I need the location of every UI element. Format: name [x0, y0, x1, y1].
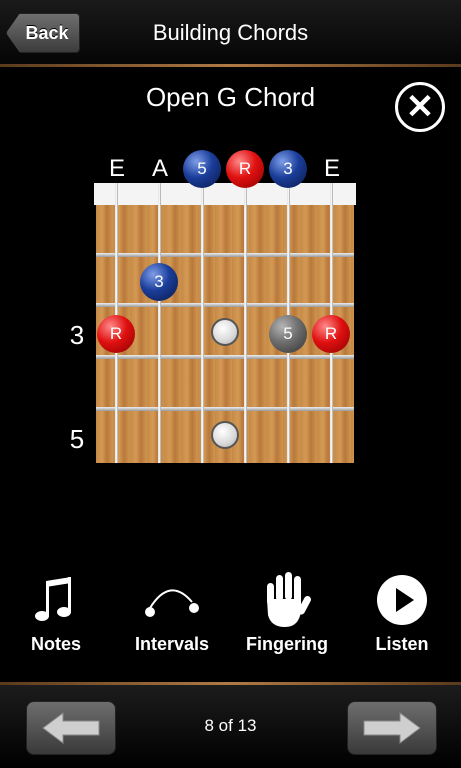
- fret-number: 3: [69, 320, 85, 350]
- string-4: [201, 183, 204, 463]
- header-divider: [0, 64, 461, 67]
- finger-dot: R: [226, 150, 264, 188]
- next-button[interactable]: [347, 701, 437, 755]
- fret-number: 5: [69, 424, 85, 454]
- fret-wire: [96, 253, 354, 257]
- tool-label: Listen: [375, 634, 429, 654]
- string-5: [158, 183, 161, 463]
- string-label: E: [323, 155, 340, 182]
- tool-label: Intervals: [134, 634, 210, 654]
- finger-dot: 5: [183, 150, 221, 188]
- finger-dot: R: [312, 315, 350, 353]
- fret-inlay-marker: [211, 318, 239, 346]
- string-label: E: [108, 155, 125, 182]
- close-button[interactable]: ✕: [395, 82, 445, 132]
- hand-icon: [237, 570, 337, 630]
- arrow-right-icon: [363, 712, 421, 744]
- tool-label: Fingering: [246, 634, 328, 654]
- finger-dot: 3: [140, 263, 178, 301]
- intervals-button[interactable]: Intervals: [122, 570, 222, 655]
- tool-label: Notes: [30, 634, 81, 654]
- chord-title: Open G Chord: [145, 82, 316, 112]
- string-label: A: [151, 155, 168, 182]
- notes-button[interactable]: Notes: [6, 570, 106, 655]
- play-icon: [352, 570, 452, 630]
- fret-wire: [96, 303, 354, 307]
- close-icon: ✕: [405, 88, 435, 126]
- finger-dot: R: [97, 315, 135, 353]
- finger-dot: 3: [269, 150, 307, 188]
- page-title: Building Chords: [152, 20, 309, 45]
- fret-wire: [96, 407, 354, 411]
- music-note-icon: [6, 570, 106, 630]
- fret-wire: [96, 355, 354, 359]
- listen-button[interactable]: Listen: [352, 570, 452, 655]
- fingering-button[interactable]: Fingering: [237, 570, 337, 655]
- finger-dot: 5: [269, 315, 307, 353]
- interval-arc-icon: [122, 570, 222, 630]
- nut: [94, 183, 356, 205]
- fret-inlay-marker: [211, 421, 239, 449]
- string-3: [244, 183, 247, 463]
